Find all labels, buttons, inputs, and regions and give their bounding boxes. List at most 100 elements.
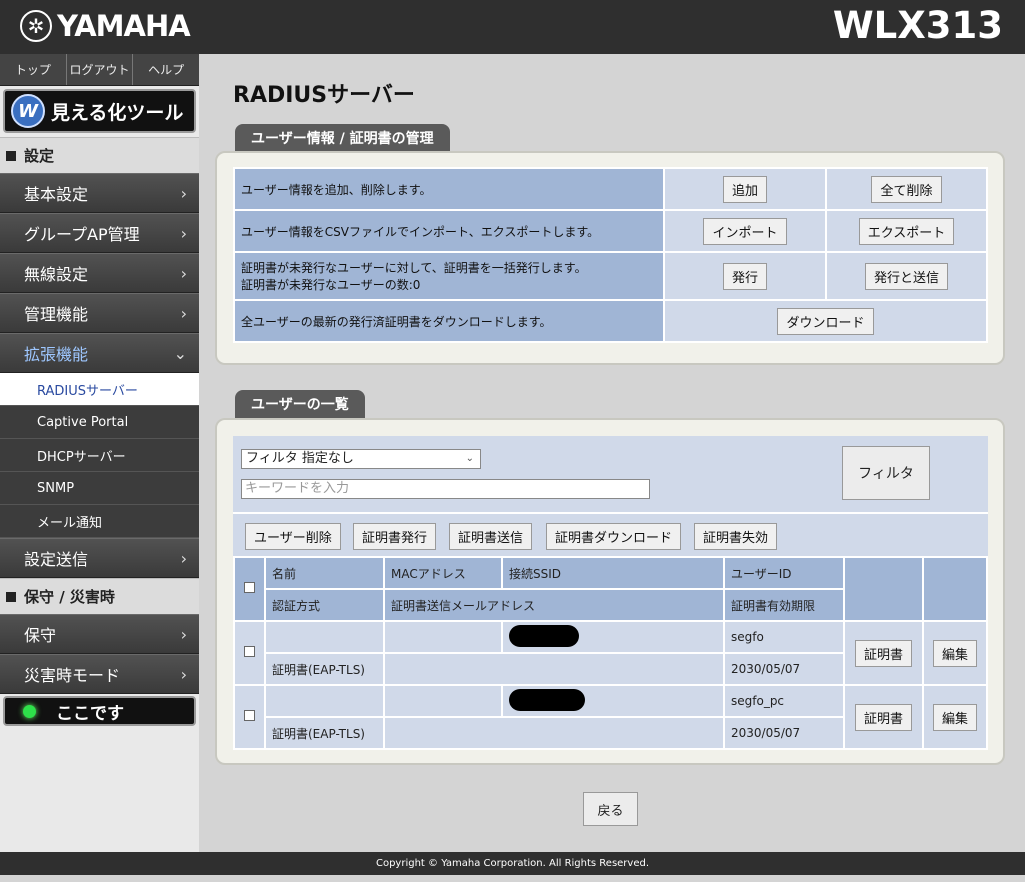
menu-basic-settings[interactable]: 基本設定 › <box>0 173 199 213</box>
nav-top-link[interactable]: トップ <box>0 54 67 85</box>
menu-disaster-mode[interactable]: 災害時モード › <box>0 654 199 694</box>
download-button[interactable]: ダウンロード <box>777 307 874 335</box>
edit-button[interactable]: 編集 <box>932 639 977 667</box>
mgmt-row-csv: ユーザー情報をCSVファイルでインポート、エクスポートします。 インポート エク… <box>233 209 988 253</box>
mgmt-row-add: ユーザー情報を追加、削除します。 追加 全て削除 <box>233 167 988 211</box>
chevron-right-icon: › <box>180 665 187 684</box>
cell-user-id: segfo <box>723 620 845 654</box>
top-nav: トップ ログアウト ヘルプ <box>0 54 199 86</box>
chevron-down-icon: ⌄ <box>173 344 187 363</box>
visualization-tool-label: 見える化ツール <box>51 101 184 124</box>
select-all-checkbox[interactable] <box>244 582 255 593</box>
cell-expiry: 2030/05/07 <box>723 716 845 750</box>
menu-group-ap[interactable]: グループAP管理 › <box>0 213 199 253</box>
model-name: WLX313 <box>832 4 1003 47</box>
nav-logout-link[interactable]: ログアウト <box>67 54 134 85</box>
delete-user-button[interactable]: ユーザー削除 <box>245 523 341 550</box>
cell-ssid <box>501 620 725 654</box>
chevron-right-icon: › <box>180 304 187 323</box>
sidebar: トップ ログアウト ヘルプ W 見える化ツール 設定 基本設定 › グループAP… <box>0 54 199 852</box>
cell-expiry: 2030/05/07 <box>723 652 845 686</box>
section-maintenance-label: 保守 / 災害時 <box>24 588 115 606</box>
mgmt-action-cell: エクスポート <box>825 209 988 253</box>
col-ssid: 接続SSID <box>501 556 725 590</box>
issue-cert-button[interactable]: 証明書発行 <box>353 523 437 550</box>
mgmt-desc: 証明書が未発行なユーザーに対して、証明書を一括発行します。 証明書が未発行なユー… <box>233 251 665 301</box>
menu-label: 拡張機能 <box>24 345 89 364</box>
menu-maintenance[interactable]: 保守 › <box>0 614 199 654</box>
chevron-right-icon: › <box>180 224 187 243</box>
submenu-captive-portal[interactable]: Captive Portal <box>0 406 199 439</box>
locate-here-button[interactable]: ここです <box>3 696 196 726</box>
bulk-action-row: ユーザー削除 証明書発行 証明書送信 証明書ダウンロード 証明書失効 <box>233 512 988 556</box>
locate-here-label: ここです <box>56 703 124 724</box>
cell-edit-action: 編集 <box>922 684 988 750</box>
cert-button[interactable]: 証明書 <box>854 703 912 731</box>
issue-button[interactable]: 発行 <box>722 262 767 290</box>
user-table: 名前 MACアドレス 接続SSID ユーザーID 認証方式 証明書送信メールアド… <box>233 556 988 750</box>
user-list-panel: フィルタ 指定なし ⌄ キーワードを入力 フィルタ ユーザー削除 証明書発行 証… <box>215 418 1005 765</box>
col-user-id: ユーザーID <box>723 556 845 590</box>
col-mac: MACアドレス <box>383 556 503 590</box>
visualization-tool-button[interactable]: W 見える化ツール <box>3 89 196 133</box>
square-bullet-icon <box>6 591 16 602</box>
export-button[interactable]: エクスポート <box>858 217 955 245</box>
cell-mac <box>383 684 503 718</box>
menu-label: 管理機能 <box>24 305 89 324</box>
section-maintenance: 保守 / 災害時 <box>0 578 199 614</box>
submenu-snmp[interactable]: SNMP <box>0 472 199 505</box>
status-led-icon <box>23 704 36 718</box>
row-checkbox[interactable] <box>244 710 255 721</box>
import-button[interactable]: インポート <box>703 217 787 245</box>
mgmt-panel: ユーザー情報を追加、削除します。 追加 全て削除 ユーザー情報をCSVファイルで… <box>215 151 1005 365</box>
nav-help-link[interactable]: ヘルプ <box>133 54 199 85</box>
back-button[interactable]: 戻る <box>583 792 638 826</box>
menu-label: 設定送信 <box>24 550 89 569</box>
header-bar: ✲ YAMAHA WLX313 <box>0 0 1025 54</box>
edit-button[interactable]: 編集 <box>932 703 977 731</box>
menu-extensions[interactable]: 拡張機能 ⌄ <box>0 333 199 373</box>
submenu-mail-notify[interactable]: メール通知 <box>0 505 199 538</box>
keyword-input[interactable]: キーワードを入力 <box>241 479 650 499</box>
submenu-radius-server[interactable]: RADIUSサーバー <box>0 373 199 406</box>
cell-name <box>264 620 385 654</box>
footer: Copyright © Yamaha Corporation. All Righ… <box>0 852 1025 875</box>
table-row: segfo 証明書 編集 <box>233 620 988 686</box>
redaction-mark <box>509 688 585 711</box>
cell-mail <box>383 652 725 686</box>
col-auth: 認証方式 <box>264 588 385 622</box>
revoke-cert-button[interactable]: 証明書失効 <box>694 523 778 550</box>
menu-management[interactable]: 管理機能 › <box>0 293 199 333</box>
send-cert-button[interactable]: 証明書送信 <box>449 523 533 550</box>
main-content: RADIUSサーバー ユーザー情報 / 証明書の管理 ユーザー情報を追加、削除し… <box>199 54 1025 852</box>
cert-button[interactable]: 証明書 <box>854 639 912 667</box>
mgmt-action-cell: 追加 <box>663 167 827 211</box>
cell-name <box>264 684 385 718</box>
issue-and-send-button[interactable]: 発行と送信 <box>864 262 948 290</box>
yamaha-logo: ✲ YAMAHA <box>20 9 191 43</box>
chevron-right-icon: › <box>180 625 187 644</box>
cell-cert-action: 証明書 <box>843 684 924 750</box>
mgmt-row-issue: 証明書が未発行なユーザーに対して、証明書を一括発行します。 証明書が未発行なユー… <box>233 251 988 301</box>
tuning-fork-icon: ✲ <box>20 10 52 42</box>
mgmt-action-cell: 発行と送信 <box>825 251 988 301</box>
filter-button[interactable]: フィルタ <box>842 446 930 500</box>
add-button[interactable]: 追加 <box>722 175 767 203</box>
menu-wireless[interactable]: 無線設定 › <box>0 253 199 293</box>
mgmt-action-cell: ダウンロード <box>663 299 988 343</box>
row-checkbox[interactable] <box>244 646 255 657</box>
filter-select[interactable]: フィルタ 指定なし ⌄ <box>241 449 481 469</box>
redaction-mark <box>509 624 579 647</box>
mgmt-desc-line: 証明書が未発行なユーザーに対して、証明書を一括発行します。 <box>241 261 587 275</box>
download-cert-button[interactable]: 証明書ダウンロード <box>546 523 682 550</box>
submenu-dhcp-server[interactable]: DHCPサーバー <box>0 439 199 472</box>
mgmt-table: ユーザー情報を追加、削除します。 追加 全て削除 ユーザー情報をCSVファイルで… <box>233 167 988 343</box>
mgmt-action-cell: 発行 <box>663 251 827 301</box>
visualization-icon: W <box>11 94 45 128</box>
menu-settings-send[interactable]: 設定送信 › <box>0 538 199 578</box>
filter-area: フィルタ 指定なし ⌄ キーワードを入力 フィルタ <box>233 436 988 512</box>
cell-auth: 証明書(EAP-TLS) <box>264 652 385 686</box>
delete-all-button[interactable]: 全て削除 <box>871 175 942 203</box>
col-edit-action <box>922 556 988 622</box>
cell-mac <box>383 620 503 654</box>
